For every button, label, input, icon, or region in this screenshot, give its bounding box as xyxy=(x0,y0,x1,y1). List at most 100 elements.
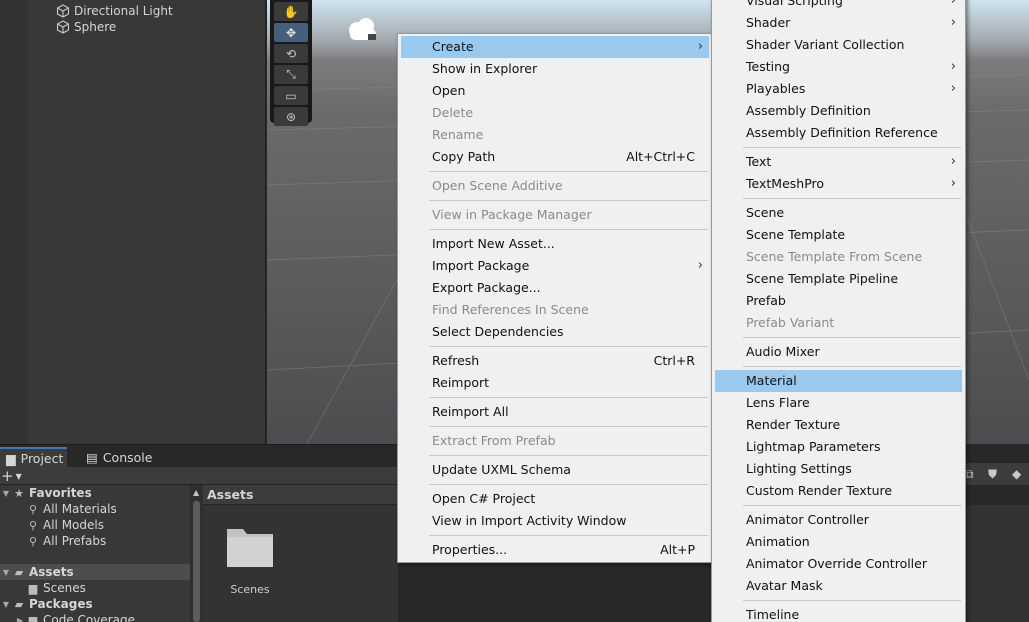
menu-item-shader-variant-collection[interactable]: Shader Variant Collection xyxy=(715,34,962,56)
menu-item-custom-render-texture[interactable]: Custom Render Texture xyxy=(715,480,962,502)
menu-item-animator-override-controller[interactable]: Animator Override Controller xyxy=(715,553,962,575)
menu-item-text[interactable]: Text › xyxy=(715,151,962,173)
menu-item-reimport-all[interactable]: Reimport All xyxy=(401,401,709,423)
tree-item-label: Assets xyxy=(29,565,74,579)
menu-item-prefab[interactable]: Prefab xyxy=(715,290,962,312)
menu-separator xyxy=(429,455,708,456)
menu-item-lightmap-parameters[interactable]: Lightmap Parameters xyxy=(715,436,962,458)
menu-item-animator-controller[interactable]: Animator Controller xyxy=(715,509,962,531)
scrollbar-thumb[interactable] xyxy=(193,501,200,622)
rect-tool-button[interactable]: ▭ xyxy=(274,86,308,105)
tree-item-packages[interactable]: ▼ ▰ Packages xyxy=(0,596,190,612)
scene-tools-toolbar: ✋ ✥ ⟲ ⤡ ▭ ⊛ xyxy=(270,0,312,126)
menu-separator xyxy=(429,535,708,536)
expand-arrow-icon[interactable]: ▼ xyxy=(0,568,12,577)
tab-console[interactable]: ▤ Console xyxy=(80,447,170,468)
menu-item-reimport[interactable]: Reimport xyxy=(401,372,709,394)
rotate-tool-button[interactable]: ⟲ xyxy=(274,44,308,63)
menu-item-lighting-settings[interactable]: Lighting Settings xyxy=(715,458,962,480)
tab-project[interactable]: ▆ Project xyxy=(0,447,67,468)
menu-item-shader[interactable]: Shader › xyxy=(715,12,962,34)
menu-item-view-in-import-activity-window[interactable]: View in Import Activity Window xyxy=(401,510,709,532)
menu-item-assembly-definition-reference[interactable]: Assembly Definition Reference xyxy=(715,122,962,144)
tag-icon[interactable]: ◆ xyxy=(1012,467,1021,481)
menu-separator xyxy=(429,346,708,347)
hierarchy-item-directional-light[interactable]: Directional Light xyxy=(56,3,173,19)
menu-item-visual-scripting[interactable]: Visual Scripting › xyxy=(715,0,962,12)
menu-item-label: Lighting Settings xyxy=(746,461,852,476)
menu-item-label: Text xyxy=(746,154,772,169)
assets-breadcrumb[interactable]: Assets xyxy=(203,485,398,505)
scroll-up-icon[interactable]: ▲ xyxy=(193,488,199,497)
menu-item-label: Lens Flare xyxy=(746,395,810,410)
menu-item-testing[interactable]: Testing › xyxy=(715,56,962,78)
search-icon: ⚲ xyxy=(28,502,38,516)
menu-item-assembly-definition[interactable]: Assembly Definition xyxy=(715,100,962,122)
menu-item-properties[interactable]: Properties... Alt+P xyxy=(401,539,709,561)
folder-label[interactable]: Scenes xyxy=(211,583,289,596)
menu-item-copy-path[interactable]: Copy Path Alt+Ctrl+C xyxy=(401,146,709,168)
menu-item-label: Delete xyxy=(432,105,474,120)
menu-item-material[interactable]: Material xyxy=(715,370,962,392)
menu-item-show-in-explorer[interactable]: Show in Explorer xyxy=(401,58,709,80)
expand-arrow-icon[interactable]: ▼ xyxy=(0,489,12,498)
tree-item-scenes[interactable]: ▆ Scenes xyxy=(0,580,190,596)
add-asset-button[interactable]: + ▼ xyxy=(1,467,29,485)
tree-item-label: Code Coverage xyxy=(43,613,136,622)
menu-item-rename: Rename xyxy=(401,124,709,146)
menu-item-audio-mixer[interactable]: Audio Mixer xyxy=(715,341,962,363)
menu-item-label: Select Dependencies xyxy=(432,324,564,339)
menu-item-refresh[interactable]: Refresh Ctrl+R xyxy=(401,350,709,372)
menu-item-select-dependencies[interactable]: Select Dependencies xyxy=(401,321,709,343)
menu-item-timeline[interactable]: Timeline xyxy=(715,604,962,622)
lock-view-icon[interactable]: ⧉ xyxy=(965,467,974,482)
menu-item-export-package[interactable]: Export Package... xyxy=(401,277,709,299)
tree-item-assets[interactable]: ▼ ▰ Assets xyxy=(0,564,190,580)
tree-item-code-coverage[interactable]: ▶ ▆ Code Coverage xyxy=(0,612,190,622)
chevron-right-icon: › xyxy=(950,15,956,30)
tree-item-favorites[interactable]: ▼ ★ Favorites xyxy=(0,485,190,501)
folder-icon[interactable] xyxy=(225,525,275,569)
menu-item-open-c-project[interactable]: Open C# Project xyxy=(401,488,709,510)
expand-arrow-icon[interactable]: ▼ xyxy=(0,600,12,609)
menu-item-import-new-asset[interactable]: Import New Asset... xyxy=(401,233,709,255)
tree-item-label: All Models xyxy=(43,518,104,532)
scale-tool-button[interactable]: ⤡ xyxy=(274,65,308,84)
tree-item-all-materials[interactable]: ⚲ All Materials xyxy=(0,501,190,517)
menu-item-playables[interactable]: Playables › xyxy=(715,78,962,100)
menu-item-textmeshpro[interactable]: TextMeshPro › xyxy=(715,173,962,195)
menu-item-import-package[interactable]: Import Package › xyxy=(401,255,709,277)
menu-item-label: Lightmap Parameters xyxy=(746,439,881,454)
menu-item-scene-template[interactable]: Scene Template xyxy=(715,224,962,246)
menu-item-open[interactable]: Open xyxy=(401,80,709,102)
rect-icon: ▭ xyxy=(285,88,297,103)
menu-item-label: Animator Override Controller xyxy=(746,556,927,571)
move-tool-button[interactable]: ✥ xyxy=(274,23,308,42)
hand-tool-button[interactable]: ✋ xyxy=(274,2,308,21)
tree-item-all-prefabs[interactable]: ⚲ All Prefabs xyxy=(0,533,190,549)
menu-separator xyxy=(743,366,961,367)
menu-item-lens-flare[interactable]: Lens Flare xyxy=(715,392,962,414)
filter-icon[interactable]: ⛊ xyxy=(988,467,997,482)
transform-icon: ⊛ xyxy=(285,109,297,124)
menu-item-label: Scene Template From Scene xyxy=(746,249,923,264)
menu-item-animation[interactable]: Animation xyxy=(715,531,962,553)
project-toolbar: + ▼ xyxy=(0,467,398,485)
tree-item-label: Packages xyxy=(29,597,93,611)
bottom-tab-bar: ▆ Project ▤ Console xyxy=(0,444,398,468)
menu-item-update-uxml-schema[interactable]: Update UXML Schema xyxy=(401,459,709,481)
menu-item-scene-template-pipeline[interactable]: Scene Template Pipeline xyxy=(715,268,962,290)
star-icon: ★ xyxy=(14,486,24,500)
tree-scrollbar[interactable]: ▲ xyxy=(190,485,203,622)
expand-arrow-icon[interactable]: ▶ xyxy=(14,616,26,622)
menu-item-label: Open Scene Additive xyxy=(432,178,563,193)
menu-item-shortcut: Alt+Ctrl+C xyxy=(626,149,695,164)
menu-item-render-texture[interactable]: Render Texture xyxy=(715,414,962,436)
tree-item-label: All Materials xyxy=(43,502,117,516)
menu-item-create[interactable]: Create › xyxy=(401,36,709,58)
tree-item-all-models[interactable]: ⚲ All Models xyxy=(0,517,190,533)
transform-tool-button[interactable]: ⊛ xyxy=(274,107,308,126)
menu-item-avatar-mask[interactable]: Avatar Mask xyxy=(715,575,962,597)
menu-item-scene[interactable]: Scene xyxy=(715,202,962,224)
hierarchy-item-sphere[interactable]: Sphere xyxy=(56,19,116,35)
